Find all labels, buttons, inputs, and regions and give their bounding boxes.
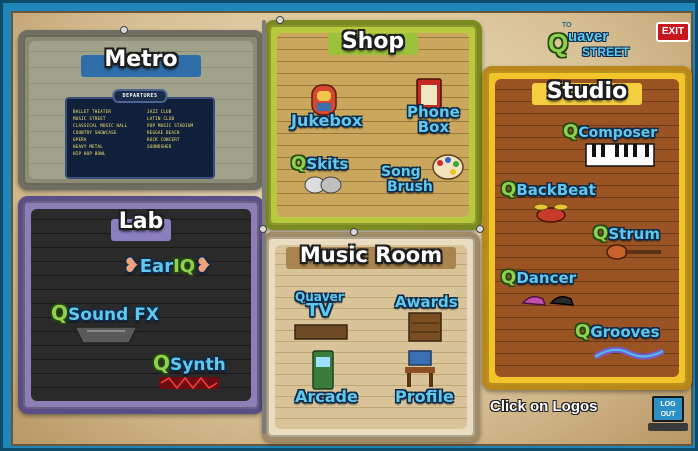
composer-logo[interactable]: QComposer <box>563 121 657 142</box>
sound-fx-speaker-icon <box>73 326 139 344</box>
synth-logo[interactable]: QSynth <box>153 351 226 375</box>
ear-iq-label-ear: Ear <box>139 256 174 277</box>
synth-waveform-icon <box>159 376 219 390</box>
skits-label: Skits <box>306 155 349 173</box>
shop-title: Shop <box>341 29 405 54</box>
profile-logo[interactable]: Profile <box>395 387 454 406</box>
drum-kit-icon <box>533 203 569 223</box>
backbeat-q-mark: Q <box>501 179 517 200</box>
departure-item: CLASSICAL MUSIC HALL <box>73 123 128 128</box>
trophy-cabinet-icon <box>408 312 442 342</box>
backbeat-label: BackBeat <box>516 181 596 199</box>
quaver-street-logo: TO Q uaver STREET <box>500 22 630 62</box>
piano-keyboard-icon <box>585 143 655 167</box>
skits-logo[interactable]: QSkits <box>291 153 348 174</box>
tv-stand-icon <box>294 324 348 340</box>
departure-item: LATIN CLUB <box>147 116 175 121</box>
dancer-q-mark: Q <box>501 267 517 288</box>
room-shop: Shop Jukebox Phone Box QSkits Song Brush <box>264 20 482 230</box>
arcade-logo[interactable]: Arcade <box>295 387 358 406</box>
logo-quaver-text: uaver <box>568 28 609 45</box>
departure-item: COUNTRY SHOWCASE <box>73 130 117 135</box>
strum-label: Strum <box>608 225 660 243</box>
palette-icon <box>432 154 464 180</box>
lab-title: Lab <box>118 209 164 234</box>
song-brush-label-line1: Song <box>381 164 421 180</box>
room-lab: Lab ❥EarIQ❥ QSound FX QSynth <box>18 196 264 414</box>
room-studio: Studio QComposer QBackBeat QStrum QDance… <box>482 66 692 390</box>
departure-item: BALLET THEATER <box>73 109 112 114</box>
ear-iq-label-iq: IQ <box>173 256 196 277</box>
logout-monitor-icon: LOG OUT <box>652 396 684 422</box>
departure-item: ROCK CONCERT <box>147 137 180 142</box>
dancer-logo[interactable]: QDancer <box>501 267 576 288</box>
guitar-icon <box>606 244 661 260</box>
grooves-logo[interactable]: QGrooves <box>575 321 660 342</box>
ear-right-icon: ❥ <box>195 253 212 277</box>
departures-list-left: BALLET THEATER MUSIC STREET CLASSICAL MU… <box>73 109 143 156</box>
profile-desk-icon <box>405 350 435 387</box>
laptop-base-icon <box>648 423 688 431</box>
music-room-title: Music Room <box>299 243 443 267</box>
synth-label: Synth <box>170 355 226 375</box>
composer-label: Composer <box>578 125 658 141</box>
grooves-q-mark: Q <box>575 321 591 342</box>
logout-label-line1: LOG <box>660 401 676 408</box>
departure-item: OPERA <box>73 137 87 142</box>
metro-title: Metro <box>104 47 178 72</box>
arcade-cabinet-icon <box>312 350 334 390</box>
departure-item: POP MUSIC STADIUM <box>147 123 194 128</box>
grooves-wave-icon <box>593 346 665 360</box>
dance-shoes-icon <box>521 296 575 306</box>
song-brush-logo[interactable]: Song Brush <box>381 165 433 195</box>
quaver-tv-logo[interactable]: Quaver TV <box>295 291 344 321</box>
divider-knob <box>259 225 267 233</box>
ear-iq-logo[interactable]: ❥EarIQ❥ <box>123 253 212 277</box>
dancer-label: Dancer <box>516 269 577 287</box>
departure-item: SOUNDSHED <box>147 144 172 149</box>
logo-street-text: STREET <box>582 45 630 59</box>
skits-q-mark: Q <box>291 153 307 174</box>
song-brush-label-line2: Brush <box>387 179 433 195</box>
instruction-text: Click on Logos <box>490 398 598 415</box>
grooves-label: Grooves <box>590 323 660 341</box>
backbeat-logo[interactable]: QBackBeat <box>501 179 596 200</box>
departure-item: HIP HOP BOWL <box>73 151 106 156</box>
quaver-tv-label-line2: TV <box>306 300 333 321</box>
sound-fx-logo[interactable]: QSound FX <box>51 301 159 325</box>
jukebox-logo[interactable]: Jukebox <box>291 111 362 130</box>
departure-item: REGGAE BEACH <box>147 130 180 135</box>
ear-left-icon: ❥ <box>123 253 140 277</box>
divider-knob <box>276 16 284 24</box>
departures-label: DEPARTURES <box>112 89 168 103</box>
synth-q-mark: Q <box>153 351 171 375</box>
divider-knob <box>476 225 484 233</box>
logout-button[interactable]: LOG OUT <box>648 396 688 436</box>
exit-button[interactable]: EXIT <box>656 22 690 42</box>
logo-q-mark: Q <box>548 28 569 58</box>
logout-label-line2: OUT <box>660 411 676 418</box>
phone-box-logo[interactable]: Phone Box <box>407 105 460 135</box>
strum-logo[interactable]: QStrum <box>593 223 660 244</box>
phone-box-label-line2: Box <box>417 118 450 136</box>
departures-board[interactable]: DEPARTURES BALLET THEATER MUSIC STREET C… <box>65 89 217 179</box>
skits-masks-icon <box>304 176 342 194</box>
divider-knob <box>350 228 358 236</box>
sound-fx-label: Sound FX <box>68 305 159 325</box>
departure-item: HEAVY METAL <box>73 144 103 149</box>
awards-logo[interactable]: Awards <box>395 293 458 311</box>
room-music-room: Music Room Quaver TV Awards Arcade Profi… <box>262 232 480 442</box>
departure-item: MUSIC STREET <box>73 116 106 121</box>
departure-item: JAZZ CLUB <box>147 109 172 114</box>
composer-q-mark: Q <box>563 121 579 142</box>
studio-title: Studio <box>546 79 628 104</box>
departures-list-right: JAZZ CLUB LATIN CLUB POP MUSIC STADIUM R… <box>147 109 217 149</box>
strum-q-mark: Q <box>593 223 609 244</box>
sound-fx-q-mark: Q <box>51 301 69 325</box>
divider-knob <box>120 26 128 34</box>
room-metro[interactable]: Metro DEPARTURES BALLET THEATER MUSIC ST… <box>18 30 264 190</box>
